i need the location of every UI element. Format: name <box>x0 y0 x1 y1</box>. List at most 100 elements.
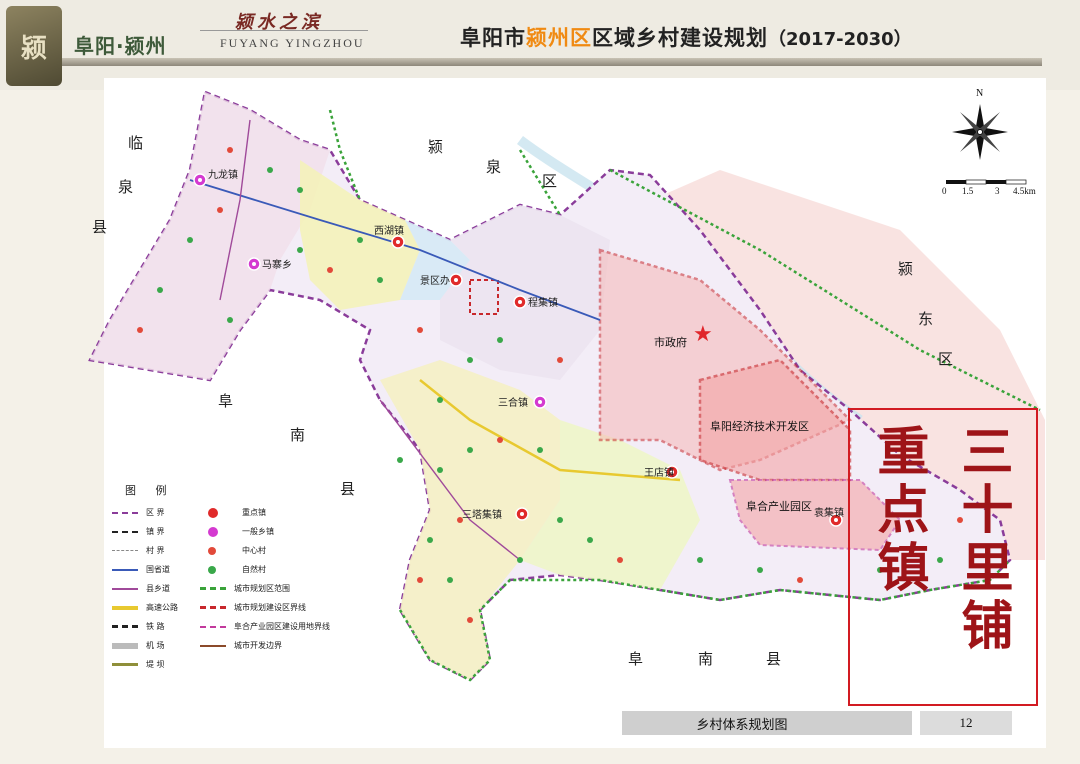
legend-swatch-icon <box>208 507 218 518</box>
region-label: 区 <box>938 350 953 368</box>
legend-swatch-icon <box>200 587 226 590</box>
legend-swatch-icon <box>208 565 216 574</box>
legend-item: 自然村 <box>200 563 266 576</box>
region-label: 区 <box>542 172 557 190</box>
industrial-park-label: 阜合产业园区 <box>746 500 812 513</box>
village-dot-icon <box>447 577 453 583</box>
town-label: 三塔集镇 <box>462 508 502 521</box>
scale-label-2: 3 <box>995 186 1000 196</box>
legend-swatch-icon <box>200 606 226 609</box>
legend-item: 县乡道 <box>112 582 170 595</box>
legend-swatch-icon <box>112 642 138 649</box>
map-caption: 乡村体系规划图 <box>696 718 788 733</box>
legend-label: 堤 坝 <box>146 660 165 669</box>
region-label: 阜 <box>628 650 643 668</box>
legend-item: 堤 坝 <box>112 658 165 671</box>
legend-item: 国省道 <box>112 563 170 576</box>
town-marker-center <box>198 178 202 182</box>
village-dot-icon <box>557 517 563 523</box>
town-marker-center <box>252 262 256 266</box>
legend-label: 镇 界 <box>146 527 165 536</box>
legend-label: 阜合产业园区建设用地界线 <box>234 622 330 631</box>
compass-north-label: N <box>976 88 984 99</box>
village-dot-icon <box>227 317 233 323</box>
region-label: 颍 <box>428 138 443 156</box>
village-dot-icon <box>697 557 703 563</box>
town-marker-center <box>396 240 400 244</box>
village-dot-icon <box>497 337 503 343</box>
town-label: 袁集镇 <box>814 506 844 519</box>
town-marker-center <box>518 300 522 304</box>
legend-label: 区 界 <box>146 508 165 517</box>
legend-swatch-icon <box>112 625 138 628</box>
legend-item: 区 界 <box>112 506 165 519</box>
region-label: 东 <box>918 310 933 328</box>
village-dot-icon <box>757 567 763 573</box>
legend-item: 高速公路 <box>112 601 178 614</box>
scale-label-1: 1.5 <box>962 186 974 196</box>
legend-item: 镇 界 <box>112 525 165 538</box>
town-marker-center <box>454 278 458 282</box>
scale-bar <box>946 179 1027 185</box>
legend-label: 城市规划建设区界线 <box>234 603 306 612</box>
village-dot-icon <box>297 187 303 193</box>
legend-item: 阜合产业园区建设用地界线 <box>200 620 330 633</box>
legend-item: 城市规划建设区界线 <box>200 601 306 614</box>
region-label: 县 <box>340 480 355 498</box>
village-dot-icon <box>467 617 473 623</box>
legend-item: 中心村 <box>200 544 266 557</box>
village-dot-icon <box>137 327 143 333</box>
legend-label: 国省道 <box>146 565 170 574</box>
annotation-key-town: 重点镇 <box>868 424 928 598</box>
legend-swatch-icon <box>112 663 138 666</box>
legend-label: 自然村 <box>242 565 266 574</box>
village-dot-icon <box>427 537 433 543</box>
region-label: 县 <box>766 650 781 668</box>
village-dot-icon <box>497 437 503 443</box>
town-label: 程集镇 <box>528 296 558 309</box>
town-label: 三合镇 <box>498 396 528 409</box>
legend-item: 铁 路 <box>112 620 165 633</box>
village-dot-icon <box>357 237 363 243</box>
legend-label: 城市开发边界 <box>234 641 282 650</box>
legend-item: 村 界 <box>112 544 165 557</box>
village-dot-icon <box>437 467 443 473</box>
legend-swatch-icon <box>208 546 216 555</box>
legend-swatch-icon <box>200 644 226 647</box>
legend-item: 重点镇 <box>200 506 266 519</box>
region-label: 临 <box>128 134 143 152</box>
legend-label: 高速公路 <box>146 603 178 612</box>
scale-label-0: 0 <box>942 186 947 196</box>
legend-swatch-icon <box>112 530 138 533</box>
village-dot-icon <box>467 357 473 363</box>
village-dot-icon <box>217 207 223 213</box>
city-hall-label: 市政府 <box>654 336 687 349</box>
zone-west <box>90 92 330 380</box>
town-marker-center <box>520 512 524 516</box>
region-label: 南 <box>698 650 713 668</box>
town-label: 景区办 <box>420 274 450 287</box>
legend-label: 县乡道 <box>146 584 170 593</box>
village-dot-icon <box>187 237 193 243</box>
legend-label: 一般乡镇 <box>242 527 274 536</box>
region-label: 阜 <box>218 392 233 410</box>
village-dot-icon <box>517 557 523 563</box>
legend-swatch-icon <box>112 587 138 590</box>
legend-swatch-icon <box>112 550 138 551</box>
village-dot-icon <box>557 357 563 363</box>
region-label: 颍 <box>898 260 913 278</box>
dev-zone-label: 阜阳经济技术开发区 <box>710 420 809 433</box>
village-dot-icon <box>537 447 543 453</box>
legend-label: 重点镇 <box>242 508 266 517</box>
city-hall-star-icon: ★ <box>693 322 713 347</box>
town-label: 马寨乡 <box>262 258 292 271</box>
town-label: 西湖镇 <box>374 224 404 237</box>
legend-title: 图 例 <box>125 484 175 497</box>
town-marker-center <box>538 400 542 404</box>
village-dot-icon <box>267 167 273 173</box>
village-dot-icon <box>417 327 423 333</box>
scale-label-3: 4.5km <box>1013 186 1036 196</box>
village-dot-icon <box>457 517 463 523</box>
legend-item: 一般乡镇 <box>200 525 274 538</box>
village-dot-icon <box>397 457 403 463</box>
